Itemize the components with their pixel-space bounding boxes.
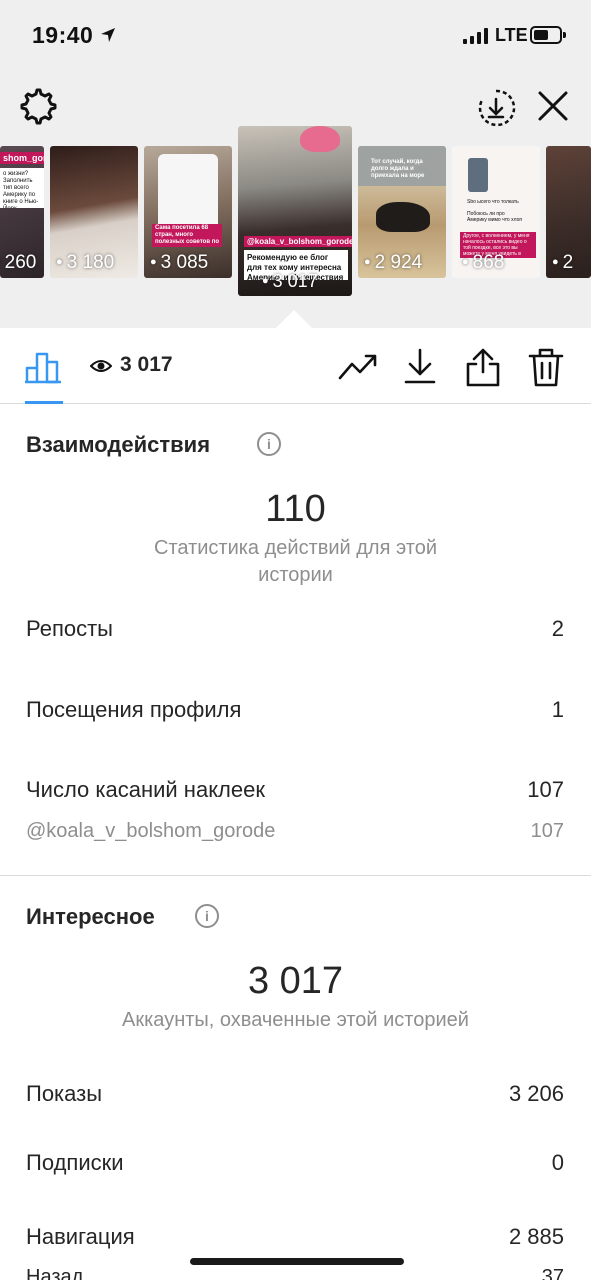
thumb-caption: Сама посетила 68 стран, много полезных с… xyxy=(152,224,222,247)
thumb-caption: Тот случай, когда долго ждала и приехала… xyxy=(371,159,425,179)
network-type: LTE xyxy=(495,25,528,45)
interactions-title: Взаимодействия xyxy=(26,432,211,457)
interactions-total: 110 xyxy=(265,488,326,530)
cellular-signal-icon xyxy=(463,28,488,44)
impressions-label: Показы xyxy=(26,1081,103,1106)
settings-gear-icon[interactable] xyxy=(16,86,58,128)
follows-value: 0 xyxy=(551,1150,564,1175)
sticker-taps-value: 107 xyxy=(527,777,564,802)
thumb-tag: shom_gorode xyxy=(0,152,44,164)
discovery-total: 3 017 xyxy=(247,960,344,1002)
story-carousel-area: 19:40 LTE shom_gorode о жизни? Заполнить… xyxy=(0,0,591,328)
story-views: 2 xyxy=(552,252,574,274)
info-icon[interactable]: i xyxy=(195,904,219,928)
story-views: 260 xyxy=(0,252,37,274)
thumb-caption: Sbo ысего что толкать xyxy=(467,199,519,205)
close-icon[interactable] xyxy=(535,88,571,124)
thumb-caption: о жизни? Заполнить тип всего Америку по … xyxy=(0,168,44,208)
insights-bar-icon[interactable] xyxy=(25,348,63,384)
story-views: 3 085 xyxy=(150,252,209,274)
follows-label: Подписки xyxy=(26,1150,124,1175)
story-thumbnail[interactable]: Тот случай, когда долго ждала и приехала… xyxy=(358,146,446,278)
discovery-title: Интересное xyxy=(26,904,155,929)
sticker-taps-label: Число касаний наклеек xyxy=(26,777,265,802)
trash-icon[interactable] xyxy=(528,348,564,388)
reposts-value: 2 xyxy=(551,616,564,641)
download-circle-icon[interactable] xyxy=(476,88,516,128)
insights-toolbar: 3 017 xyxy=(0,328,591,404)
discovery-section: Интересное i 3 017 Аккаунты, охваченные … xyxy=(0,876,591,1280)
story-thumbnail[interactable]: shom_gorode о жизни? Заполнить тип всего… xyxy=(0,146,44,278)
thumb-caption: Побоюсь ли про Америку мимо что хлоп xyxy=(467,211,523,223)
story-views: 3 017 xyxy=(262,271,318,292)
story-views: 2 924 xyxy=(364,252,423,274)
back-label: Назад xyxy=(26,1266,84,1280)
share-icon[interactable] xyxy=(464,348,502,388)
interactions-section: Взаимодействия i 110 Статистика действий… xyxy=(0,404,591,876)
selected-story-pointer xyxy=(276,310,312,328)
eye-icon xyxy=(90,360,112,372)
home-indicator[interactable] xyxy=(190,1258,404,1265)
impressions-value: 3 206 xyxy=(508,1081,564,1106)
status-bar: 19:40 LTE xyxy=(0,0,591,72)
sticker-tag: @koala_v_bolshom_gorode xyxy=(244,236,352,247)
story-thumbnail-selected[interactable]: @koala_v_bolshom_gorode Рекомендую ее бл… xyxy=(238,126,352,296)
story-views: 868 xyxy=(462,252,505,274)
sticker-account-label[interactable]: @koala_v_bolshom_gorode xyxy=(26,820,275,843)
download-icon[interactable] xyxy=(402,348,438,386)
story-thumbnail[interactable]: Sbo ысего что толкать Побоюсь ли про Аме… xyxy=(452,146,540,278)
navigation-label: Навигация xyxy=(26,1224,135,1249)
profile-visits-value: 1 xyxy=(551,697,564,722)
trend-icon[interactable] xyxy=(338,348,378,384)
status-time: 19:40 xyxy=(32,22,94,48)
story-thumbnail[interactable]: Сама посетила 68 стран, много полезных с… xyxy=(144,146,232,278)
interactions-subtitle: Статистика действий для этой истории xyxy=(154,537,437,586)
info-icon[interactable]: i xyxy=(257,432,281,456)
back-value: 37 xyxy=(541,1266,564,1280)
navigation-value: 2 885 xyxy=(508,1224,564,1249)
profile-visits-label: Посещения профиля xyxy=(26,697,242,722)
battery-icon xyxy=(530,26,566,44)
story-thumbnail[interactable]: 2 xyxy=(546,146,591,278)
story-thumbnail[interactable]: 3 180 xyxy=(50,146,138,278)
discovery-subtitle: Аккаунты, охваченные этой историей xyxy=(122,1009,469,1031)
sticker-account-value: 107 xyxy=(530,820,564,842)
location-arrow-icon xyxy=(101,28,115,42)
story-view-count: 3 017 xyxy=(120,353,173,376)
story-views: 3 180 xyxy=(56,252,115,274)
reposts-label: Репосты xyxy=(26,616,113,641)
